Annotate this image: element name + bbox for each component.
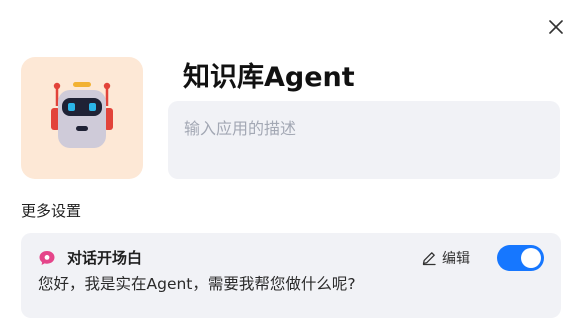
- opener-text: 您好，我是实在Agent，需要我帮您做什么呢?: [38, 275, 356, 293]
- opener-title: 对话开场白: [67, 249, 143, 267]
- pencil-icon: [422, 252, 436, 266]
- edit-opener-button[interactable]: 编辑: [421, 246, 470, 270]
- description-input[interactable]: [168, 101, 560, 179]
- more-settings-label: 更多设置: [21, 202, 82, 220]
- close-icon: [549, 20, 563, 34]
- opener-toggle[interactable]: [497, 245, 544, 271]
- agent-title[interactable]: 知识库Agent: [183, 57, 355, 99]
- agent-settings-dialog: 知识库Agent 更多设置 对话开场白 编辑 您好，我是实在Agent，需要我帮…: [0, 0, 578, 325]
- agent-avatar[interactable]: [21, 57, 143, 179]
- robot-icon: [51, 82, 113, 148]
- toggle-knob: [521, 248, 541, 268]
- close-button[interactable]: [545, 16, 567, 38]
- chat-bubble-icon: [39, 251, 55, 265]
- edit-label: 编辑: [442, 251, 470, 267]
- conversation-opener-card: 对话开场白 编辑 您好，我是实在Agent，需要我帮您做什么呢?: [21, 233, 561, 318]
